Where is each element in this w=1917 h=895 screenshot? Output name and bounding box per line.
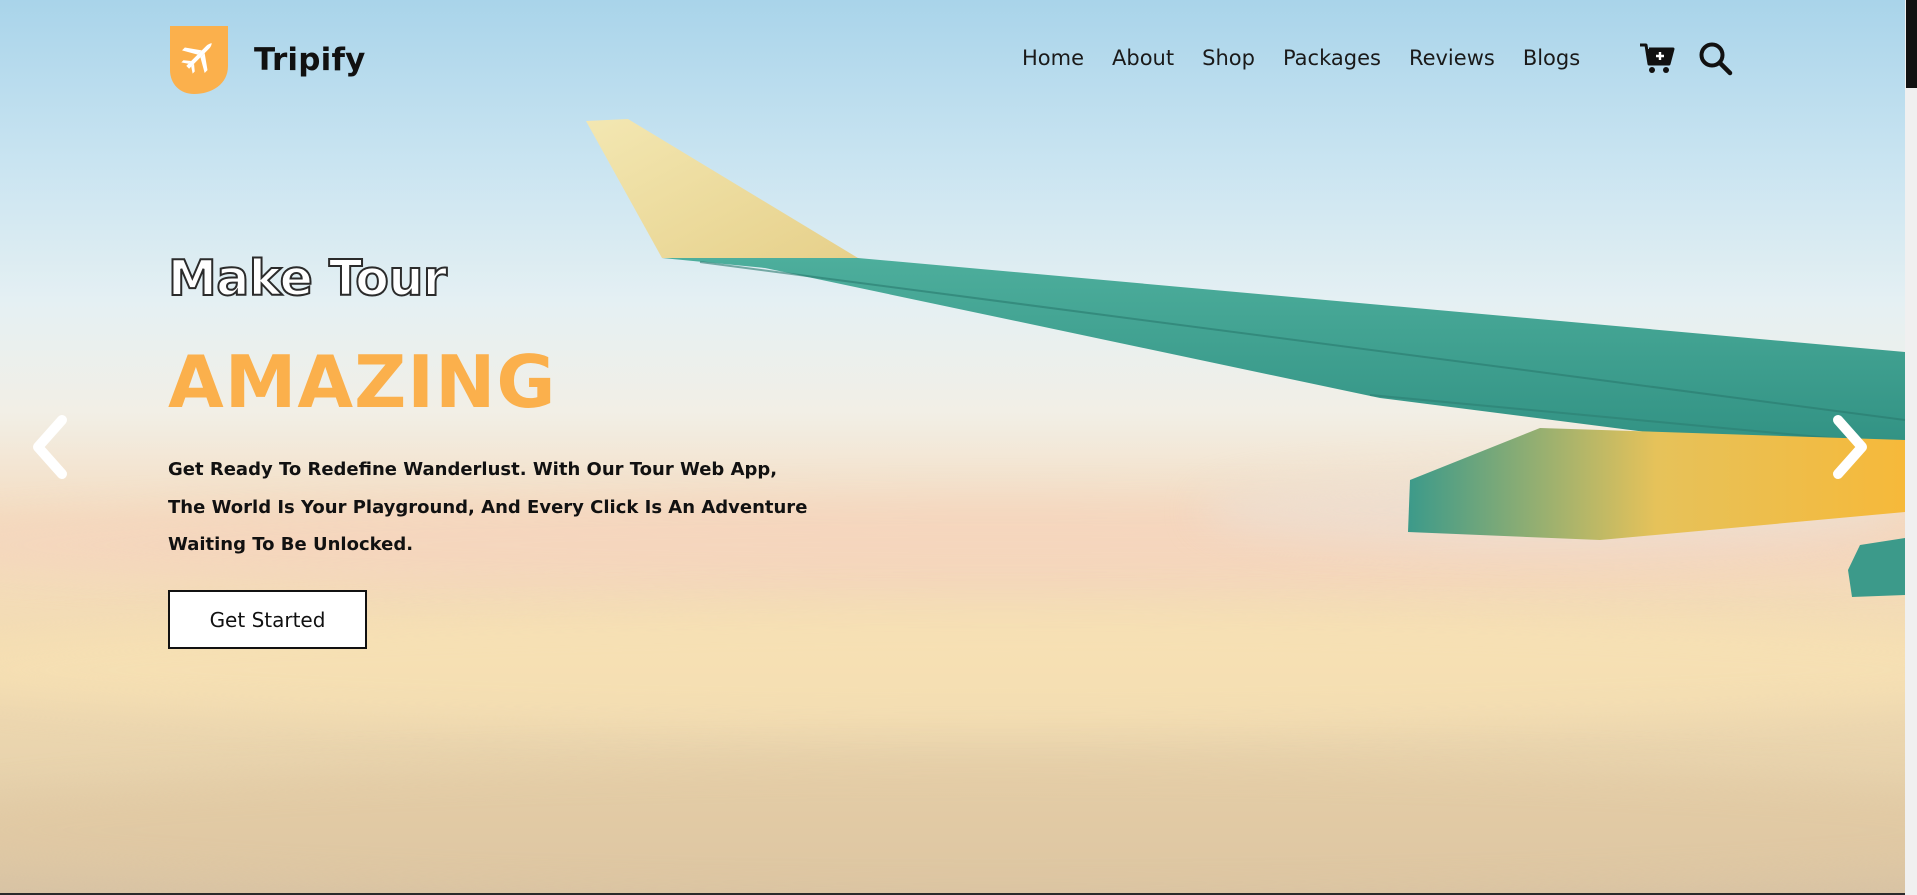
airplane-wing-image: [586, 119, 1905, 597]
hero-background: [0, 0, 1905, 895]
nav-link-reviews[interactable]: Reviews: [1409, 46, 1495, 70]
search-icon[interactable]: [1697, 40, 1733, 76]
nav-link-packages[interactable]: Packages: [1283, 46, 1381, 70]
hero-description: Get Ready To Redefine Wanderlust. With O…: [168, 459, 808, 555]
brand-logo[interactable]: Tripify: [168, 24, 366, 96]
cart-icon[interactable]: [1639, 40, 1675, 76]
brand-name: Tripify: [254, 42, 366, 78]
chevron-right-icon[interactable]: [1824, 412, 1874, 482]
nav-link-shop[interactable]: Shop: [1202, 46, 1255, 70]
nav-link-home[interactable]: Home: [1022, 46, 1084, 70]
main-nav: Home About Shop Packages Reviews Blogs: [1022, 46, 1608, 70]
nav-link-blogs[interactable]: Blogs: [1523, 46, 1580, 70]
chevron-left-icon[interactable]: [26, 412, 76, 482]
nav-link-about[interactable]: About: [1112, 46, 1174, 70]
airplane-shield-icon: [170, 26, 228, 94]
hero-subtitle: Make Tour: [167, 249, 448, 308]
get-started-button[interactable]: Get Started: [168, 590, 367, 649]
scrollbar-track[interactable]: [1905, 0, 1917, 895]
hero-title: AMAZING: [168, 340, 557, 424]
header-actions: [1639, 40, 1755, 76]
scrollbar-thumb[interactable]: [1906, 0, 1917, 88]
